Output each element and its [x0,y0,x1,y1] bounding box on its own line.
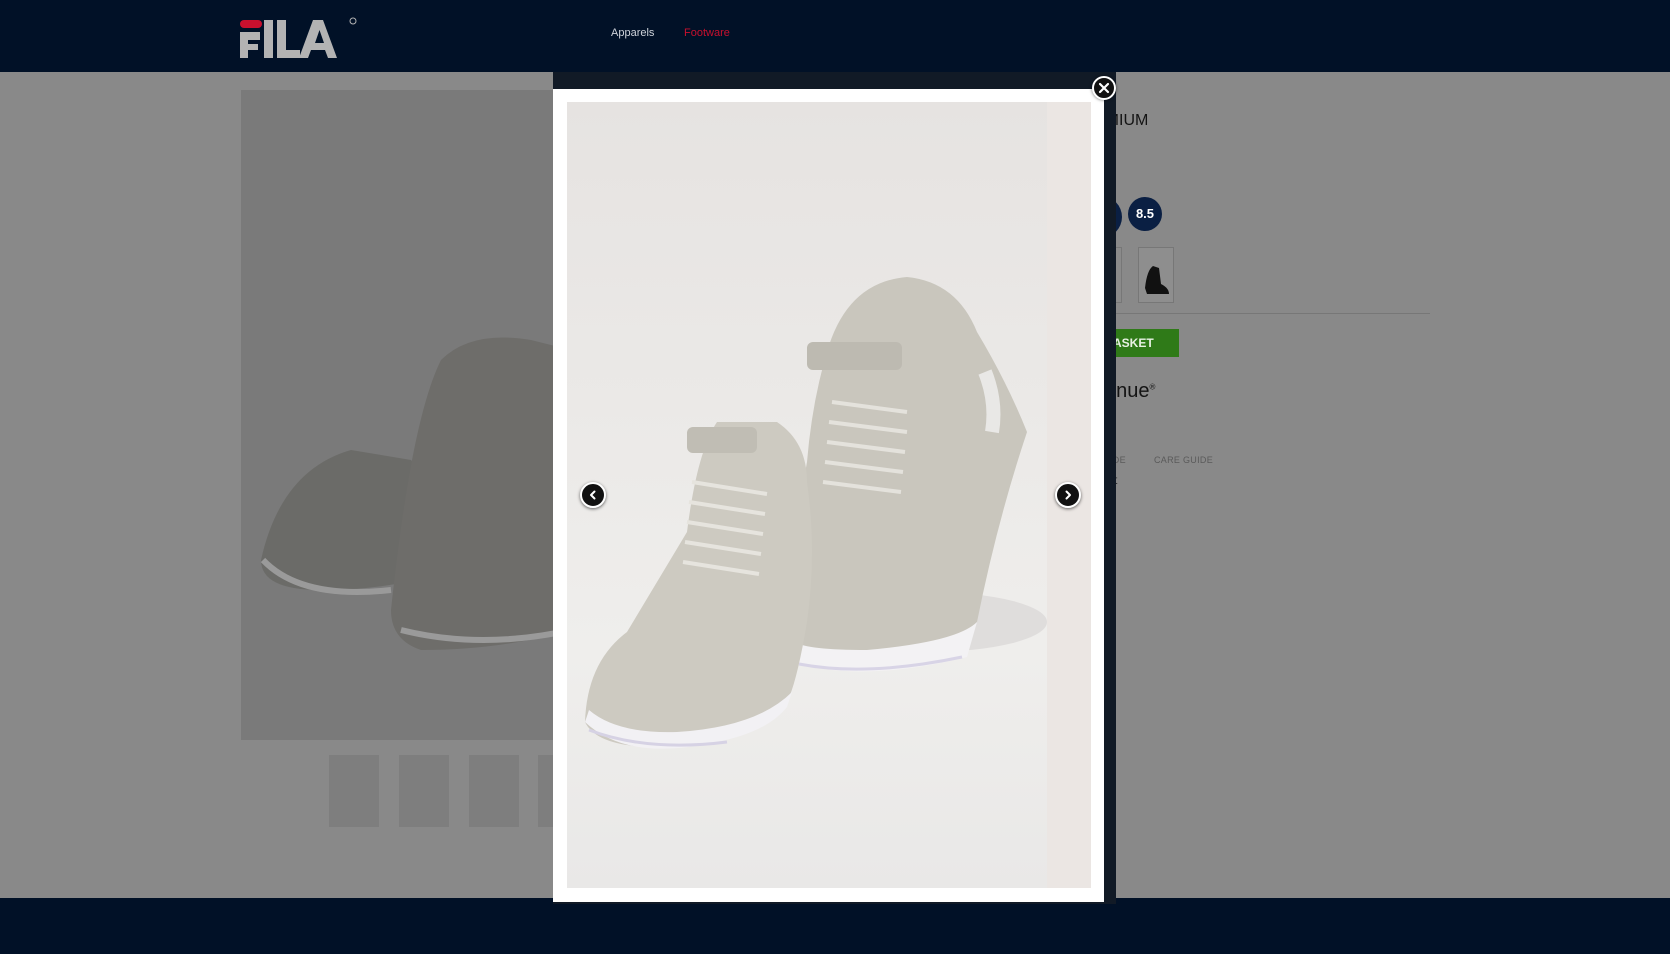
chevron-left-icon [590,490,596,500]
care-guide-link[interactable]: CARE GUIDE [1154,455,1213,465]
nav-footwear[interactable]: Footware [684,27,730,39]
chevron-right-icon [1065,490,1071,500]
thumbnail[interactable] [469,755,519,827]
close-icon [1098,82,1110,94]
registered-mark: ® [1149,382,1156,392]
color-swatch-black[interactable] [1138,247,1174,303]
site-header: Apparels Footware [0,0,1670,72]
fila-logo[interactable] [240,14,360,58]
main-product-image[interactable] [241,90,571,740]
lightbox-prev-button[interactable] [580,482,606,508]
divider [1110,313,1430,314]
nav-apparels[interactable]: Apparels [611,27,654,39]
thumbnail[interactable] [399,755,449,827]
lightbox-next-button[interactable] [1055,482,1081,508]
lightbox-close-button[interactable] [1092,76,1116,100]
site-footer [0,898,1670,954]
thumbnail[interactable] [329,755,379,827]
page: Apparels Footware EMIUM 8.5 ASKET enue® … [0,0,1670,954]
size-option-8-5[interactable]: 8.5 [1128,197,1162,231]
lightbox-image[interactable] [567,102,1091,888]
